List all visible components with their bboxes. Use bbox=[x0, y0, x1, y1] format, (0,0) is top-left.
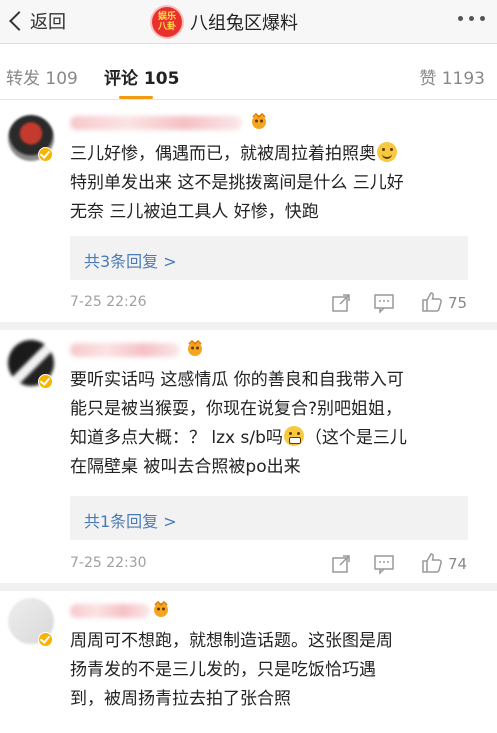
view-replies-button[interactable]: 共1条回复 > bbox=[70, 496, 468, 540]
comment-line: 特别单发出来 这不是挑拨离间是什么 三儿好 bbox=[70, 173, 404, 193]
back-label: 返回 bbox=[30, 12, 66, 33]
comment-line: 知道多点大概：？ lzx s/b吗 bbox=[70, 428, 283, 448]
share-icon[interactable] bbox=[330, 292, 352, 314]
comment-icon[interactable] bbox=[373, 292, 395, 314]
verified-badge-icon bbox=[38, 632, 53, 647]
comment-line: 扬青发的不是三儿发的，只是吃饭恰巧遇 bbox=[70, 660, 376, 680]
more-options-icon[interactable] bbox=[458, 16, 485, 21]
chevron-left-icon bbox=[9, 11, 29, 31]
tab-bar: 转发 109 评论 105 赞 1193 bbox=[0, 44, 497, 100]
fan-badge-icon bbox=[188, 340, 202, 356]
comment-icon[interactable] bbox=[373, 553, 395, 575]
comment-text: 周周可不想跑，就想制造话题。这张图是周 扬青发的不是三儿发的，只是吃饭恰巧遇 到… bbox=[70, 627, 470, 714]
comment-line: 在隔壁桌 被叫去合照被po出来 bbox=[70, 457, 301, 477]
tab-likes[interactable]: 赞 1193 bbox=[419, 64, 485, 89]
brand-logo-text: 娱乐八卦 bbox=[157, 12, 176, 32]
divider bbox=[0, 583, 497, 591]
comment-line: 到，被周扬青拉去拍了张合照 bbox=[70, 689, 291, 709]
like-count: 75 bbox=[448, 294, 468, 312]
comment-text: 三儿好惨，偶遇而已，就被周拉着拍照奥 特别单发出来 这不是挑拨离间是什么 三儿好… bbox=[70, 140, 470, 227]
replies-label: 共3条回复 > bbox=[84, 252, 177, 271]
share-icon[interactable] bbox=[330, 553, 352, 575]
page-title-group: 娱乐八卦 八组兔区爆料 bbox=[152, 5, 298, 39]
comment-line: （这个是三儿 bbox=[304, 428, 407, 448]
tab-reposts[interactable]: 转发 109 bbox=[6, 64, 78, 89]
top-nav-bar: 返回 娱乐八卦 八组兔区爆料 bbox=[0, 0, 497, 44]
verified-badge-icon bbox=[38, 374, 53, 389]
verified-badge-icon bbox=[38, 147, 53, 162]
smile-emoji-icon bbox=[377, 142, 397, 162]
comment-text: 要听实话吗 这感情瓜 你的善良和自我带入可 能只是被当猴耍，你现在说复合?别吧姐… bbox=[70, 366, 470, 482]
username-blurred[interactable] bbox=[70, 116, 242, 130]
brand-avatar[interactable]: 娱乐八卦 bbox=[152, 7, 182, 37]
comment-line: 要听实话吗 这感情瓜 你的善良和自我带入可 bbox=[70, 370, 404, 390]
tab-comments[interactable]: 评论 105 bbox=[104, 64, 179, 89]
like-count: 74 bbox=[448, 555, 468, 573]
grin-emoji-icon bbox=[283, 426, 304, 446]
username-blurred[interactable] bbox=[70, 343, 180, 357]
comment-line: 无奈 三儿被迫工具人 好惨，快跑 bbox=[70, 202, 319, 222]
like-icon[interactable] bbox=[420, 290, 444, 314]
comment-line: 能只是被当猴耍，你现在说复合?别吧姐姐， bbox=[70, 399, 403, 419]
replies-label: 共1条回复 > bbox=[84, 512, 177, 531]
fan-badge-icon bbox=[252, 113, 266, 129]
username-blurred[interactable] bbox=[70, 604, 150, 618]
comment-timestamp: 7-25 22:26 bbox=[70, 294, 147, 310]
page-title: 八组兔区爆料 bbox=[190, 13, 298, 34]
like-icon[interactable] bbox=[420, 551, 444, 575]
view-replies-button[interactable]: 共3条回复 > bbox=[70, 236, 468, 280]
comment-timestamp: 7-25 22:30 bbox=[70, 555, 147, 571]
back-button[interactable]: 返回 bbox=[6, 4, 66, 38]
divider bbox=[0, 322, 497, 330]
fan-badge-icon bbox=[154, 601, 168, 617]
comment-line: 三儿好惨，偶遇而已，就被周拉着拍照奥 bbox=[70, 144, 376, 164]
comment-line: 周周可不想跑，就想制造话题。这张图是周 bbox=[70, 631, 393, 651]
active-tab-indicator bbox=[119, 96, 153, 99]
